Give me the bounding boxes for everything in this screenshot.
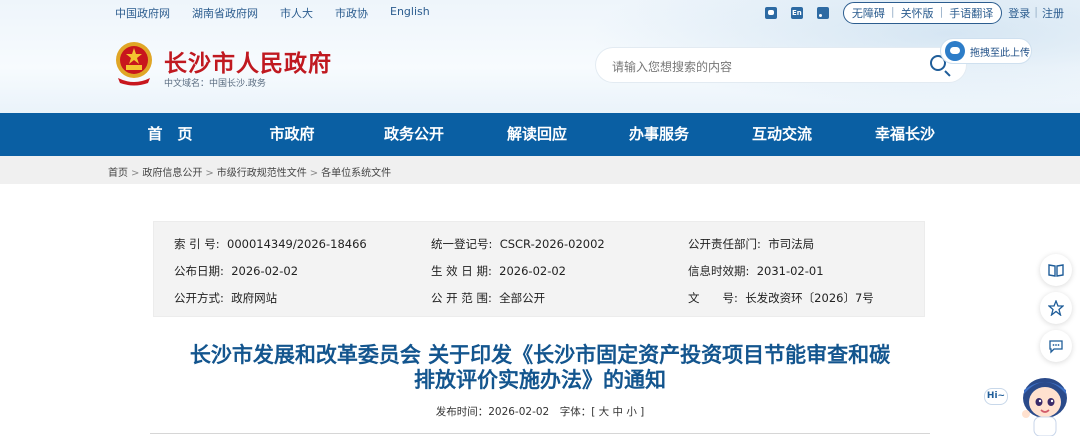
info-disclosure-way: 公开方式: 政府网站 — [174, 290, 277, 306]
article-title-line-1: 长沙市发展和改革委员会 关于印发《长沙市固定资产投资项目节能审查和碳 — [189, 342, 891, 367]
nav-happy-changsha[interactable]: 幸福长沙 — [863, 113, 947, 156]
breadcrumb-bar: 首页 > 政府信息公开 > 市级行政规范性文件 > 各单位系统文件 — [0, 156, 1080, 184]
top-link-cppcc[interactable]: 市政协 — [335, 5, 368, 21]
document-info-box: 索 引 号: 000014349/2026-18466 统一登记号: CSCR-… — [153, 221, 925, 317]
nav-gov-affairs[interactable]: 政务公开 — [372, 113, 456, 156]
info-way-value: 政府网站 — [231, 291, 278, 305]
search-box: 请输入您想搜索的内容 — [596, 48, 966, 82]
sign-language-link[interactable]: 手语翻译 — [949, 5, 993, 21]
search-input[interactable]: 请输入您想搜索的内容 — [612, 58, 732, 75]
top-link-hunan[interactable]: 湖南省政府网 — [192, 5, 258, 21]
drag-upload-label: 拖拽至此上传 — [970, 47, 1030, 59]
accessibility-link[interactable]: 无障碍 — [852, 5, 885, 21]
star-icon — [1048, 300, 1064, 316]
info-scope: 公 开 范 围: 全部公开 — [431, 290, 545, 306]
cloud-upload-icon — [945, 41, 965, 61]
top-right-tools: En 无障碍 | 关怀版 | 手语翻译 登录 | 注册 — [764, 2, 1064, 24]
site-title[interactable]: 长沙市人民政府 — [164, 44, 332, 78]
info-reg-label: 统一登记号: — [431, 237, 493, 251]
drag-upload-button[interactable]: 拖拽至此上传 — [940, 38, 1032, 64]
rss-icon[interactable] — [816, 7, 829, 19]
info-valid-label: 信息时效期: — [688, 264, 750, 278]
info-validity: 信息时效期: 2031-02-01 — [688, 263, 824, 279]
info-reg-value: CSCR-2026-02002 — [499, 237, 605, 251]
top-link-npc[interactable]: 市人大 — [280, 5, 313, 21]
assistant-greeting[interactable]: Hi~ — [984, 388, 1008, 405]
top-link-english[interactable]: English — [390, 5, 430, 21]
register-link[interactable]: 注册 — [1042, 5, 1064, 21]
info-doc-label: 文 号: — [688, 291, 738, 305]
accessibility-pill: 无障碍 | 关怀版 | 手语翻译 — [842, 2, 1003, 24]
divider — [150, 433, 930, 434]
info-way-label: 公开方式: — [174, 291, 224, 305]
national-emblem-icon[interactable] — [112, 40, 156, 86]
nav-interpretation[interactable]: 解读回应 — [495, 113, 579, 156]
info-department: 公开责任部门: 市司法局 — [688, 236, 814, 252]
chat-bubble-icon — [1049, 340, 1063, 354]
info-index-label: 索 引 号: — [174, 237, 220, 251]
info-registration: 统一登记号: CSCR-2026-02002 — [431, 236, 605, 252]
reading-mode-button[interactable] — [1040, 254, 1072, 286]
nav-home[interactable]: 首 页 — [128, 113, 212, 156]
info-dept-label: 公开责任部门: — [688, 237, 761, 251]
assistant-avatar-icon[interactable] — [1012, 372, 1078, 436]
nav-services[interactable]: 办事服务 — [617, 113, 701, 156]
breadcrumb-home[interactable]: 首页 — [108, 168, 128, 179]
breadcrumb-info-disclosure[interactable]: 政府信息公开 — [142, 168, 202, 179]
article-meta: 发布时间：2026-02-02 字体：[ 大 中 小 ] — [435, 406, 645, 418]
site-header: 中国政府网 湖南省政府网 市人大 市政协 English En 无障碍 | 关怀… — [0, 0, 1080, 113]
wechat-icon[interactable] — [764, 7, 777, 19]
breadcrumb: 首页 > 政府信息公开 > 市级行政规范性文件 > 各单位系统文件 — [108, 164, 391, 179]
info-index-value: 000014349/2026-18466 — [227, 237, 367, 251]
auth-links: 登录 | 注册 — [1008, 5, 1064, 21]
favorite-button[interactable] — [1040, 292, 1072, 324]
info-publish-date: 公布日期: 2026-02-02 — [174, 263, 298, 279]
info-valid-value: 2031-02-01 — [756, 264, 824, 278]
breadcrumb-normative-docs[interactable]: 市级行政规范性文件 — [217, 168, 307, 179]
login-link[interactable]: 登录 — [1008, 5, 1030, 21]
breadcrumb-separator: > — [131, 168, 140, 179]
breadcrumb-unit-docs[interactable]: 各单位系统文件 — [321, 168, 391, 179]
site-domain: 中文域名：中国长沙.政务 — [164, 79, 266, 89]
info-doc-value: 长发改资环〔2026〕7号 — [745, 291, 874, 305]
breadcrumb-separator: > — [205, 168, 214, 179]
separator: | — [939, 5, 944, 18]
comment-button[interactable] — [1040, 330, 1072, 362]
info-eff-label: 生 效 日 期: — [431, 264, 492, 278]
article-title-line-2: 排放评价实施办法》的通知 — [414, 367, 666, 392]
separator: | — [890, 5, 895, 18]
info-pub-value: 2026-02-02 — [231, 264, 299, 278]
info-effective-date: 生 效 日 期: 2026-02-02 — [431, 263, 566, 279]
top-link-gov-cn[interactable]: 中国政府网 — [115, 5, 170, 21]
top-links: 中国政府网 湖南省政府网 市人大 市政协 English — [115, 5, 452, 21]
info-pub-label: 公布日期: — [174, 264, 224, 278]
nav-city-gov[interactable]: 市政府 — [250, 113, 334, 156]
article-title: 长沙市发展和改革委员会 关于印发《长沙市固定资产投资项目节能审查和碳 排放评价实… — [150, 342, 930, 392]
english-icon[interactable]: En — [790, 7, 803, 19]
info-scope-value: 全部公开 — [499, 291, 546, 305]
info-index: 索 引 号: 000014349/2026-18466 — [174, 236, 367, 252]
care-version-link[interactable]: 关怀版 — [901, 5, 934, 21]
nav-interaction[interactable]: 互动交流 — [740, 113, 824, 156]
info-document-number: 文 号: 长发改资环〔2026〕7号 — [688, 290, 874, 306]
info-dept-value: 市司法局 — [768, 237, 815, 251]
breadcrumb-separator: > — [309, 168, 319, 179]
main-nav: 首 页 市政府 政务公开 解读回应 办事服务 互动交流 幸福长沙 — [0, 113, 1080, 156]
info-scope-label: 公 开 范 围: — [431, 291, 492, 305]
book-icon — [1048, 264, 1064, 277]
info-eff-value: 2026-02-02 — [499, 264, 566, 278]
separator: | — [1034, 5, 1038, 18]
